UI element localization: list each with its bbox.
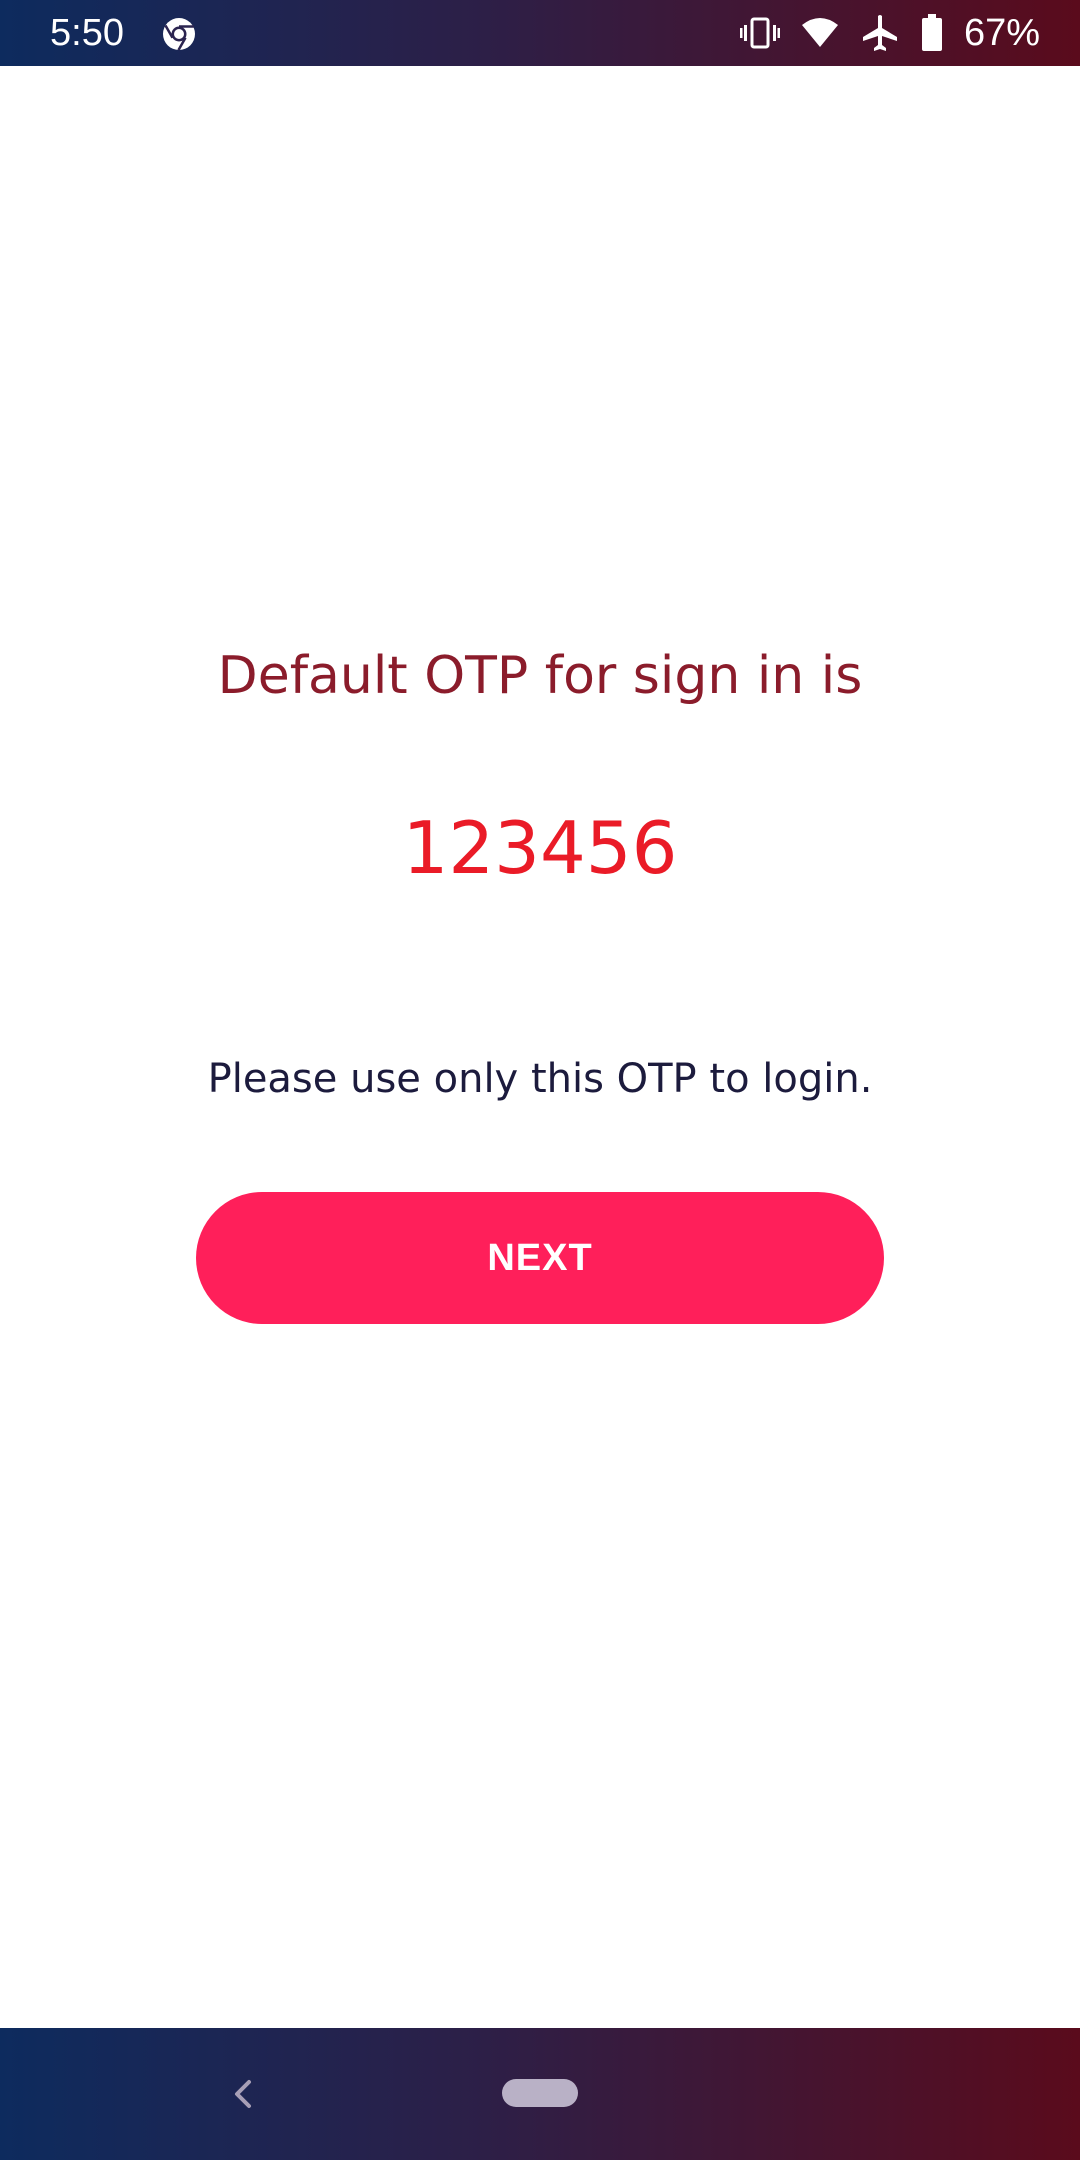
home-pill-icon[interactable] xyxy=(502,2079,578,2107)
status-icons: 67% xyxy=(739,10,1040,56)
back-icon[interactable] xyxy=(222,2072,266,2116)
battery-icon xyxy=(920,13,944,53)
status-bar: 5:50 67% xyxy=(0,0,1080,66)
otp-screen: Default OTP for sign in is 123456 Please… xyxy=(0,66,1080,2028)
vibrate-icon xyxy=(739,13,780,53)
airplane-icon xyxy=(860,13,900,53)
wifi-icon xyxy=(800,13,840,53)
otp-title: Default OTP for sign in is xyxy=(217,646,863,706)
next-button[interactable]: NEXT xyxy=(196,1192,884,1324)
chrome-icon xyxy=(163,18,195,51)
otp-note: Please use only this OTP to login. xyxy=(207,1056,873,1102)
navigation-bar xyxy=(0,2028,1080,2160)
status-time: 5:50 xyxy=(50,12,124,54)
otp-code: 123456 xyxy=(402,806,678,890)
battery-percentage: 67% xyxy=(963,12,1040,54)
